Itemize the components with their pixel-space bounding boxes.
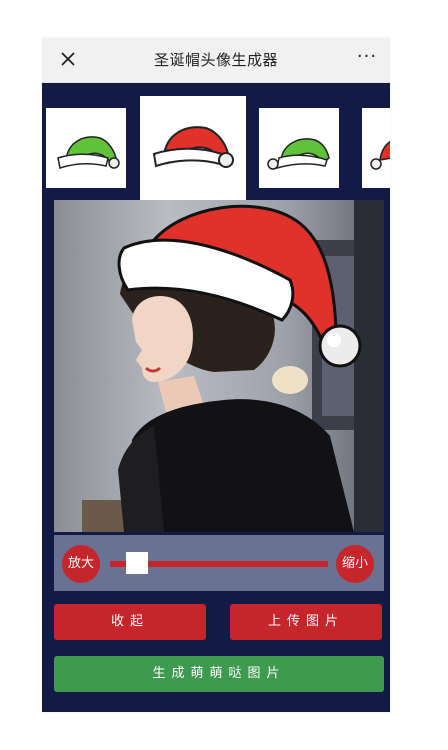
more-options-icon[interactable]: ···	[354, 46, 380, 72]
generate-image-button[interactable]: 生成萌萌哒图片	[54, 656, 384, 692]
zoom-in-button[interactable]: 放大	[62, 545, 100, 583]
red-santa-hat-icon	[370, 140, 390, 170]
red-santa-hat-icon	[152, 126, 234, 168]
zoom-out-button[interactable]: 缩小	[336, 545, 374, 583]
hat-option-red-selected[interactable]	[140, 96, 246, 202]
scale-controls: 放大 缩小	[54, 535, 384, 591]
page-title: 圣诞帽头像生成器	[153, 51, 278, 69]
collapse-button[interactable]: 收起	[54, 604, 206, 640]
hat-option-green-2[interactable]	[259, 108, 339, 188]
hat-option-red-2[interactable]	[362, 108, 390, 188]
photo-image	[54, 200, 384, 532]
upload-image-button[interactable]: 上传图片	[230, 604, 382, 640]
scale-slider-handle[interactable]	[125, 552, 148, 574]
green-santa-hat-icon	[57, 136, 120, 169]
app-screen: 圣诞帽头像生成器 ··· 放大 缩小 收起 上传图片 生成萌萌哒图片	[42, 38, 390, 712]
hat-selector	[42, 82, 390, 202]
title-bar: 圣诞帽头像生成器 ···	[42, 38, 390, 83]
avatar-photo-canvas[interactable]	[54, 200, 384, 532]
hat-option-green-1[interactable]	[46, 108, 126, 188]
green-santa-hat-icon	[267, 138, 330, 170]
